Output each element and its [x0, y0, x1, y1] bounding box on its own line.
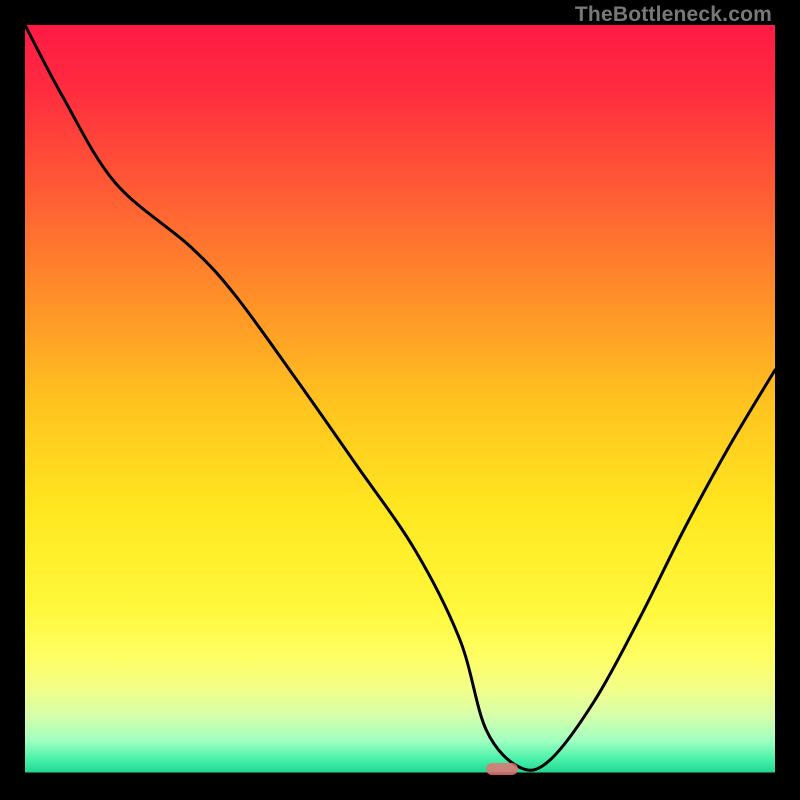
plot-frame: [25, 25, 775, 775]
watermark-label: TheBottleneck.com: [575, 3, 772, 27]
chart-curve: [25, 25, 775, 775]
optimum-marker: [486, 763, 518, 775]
